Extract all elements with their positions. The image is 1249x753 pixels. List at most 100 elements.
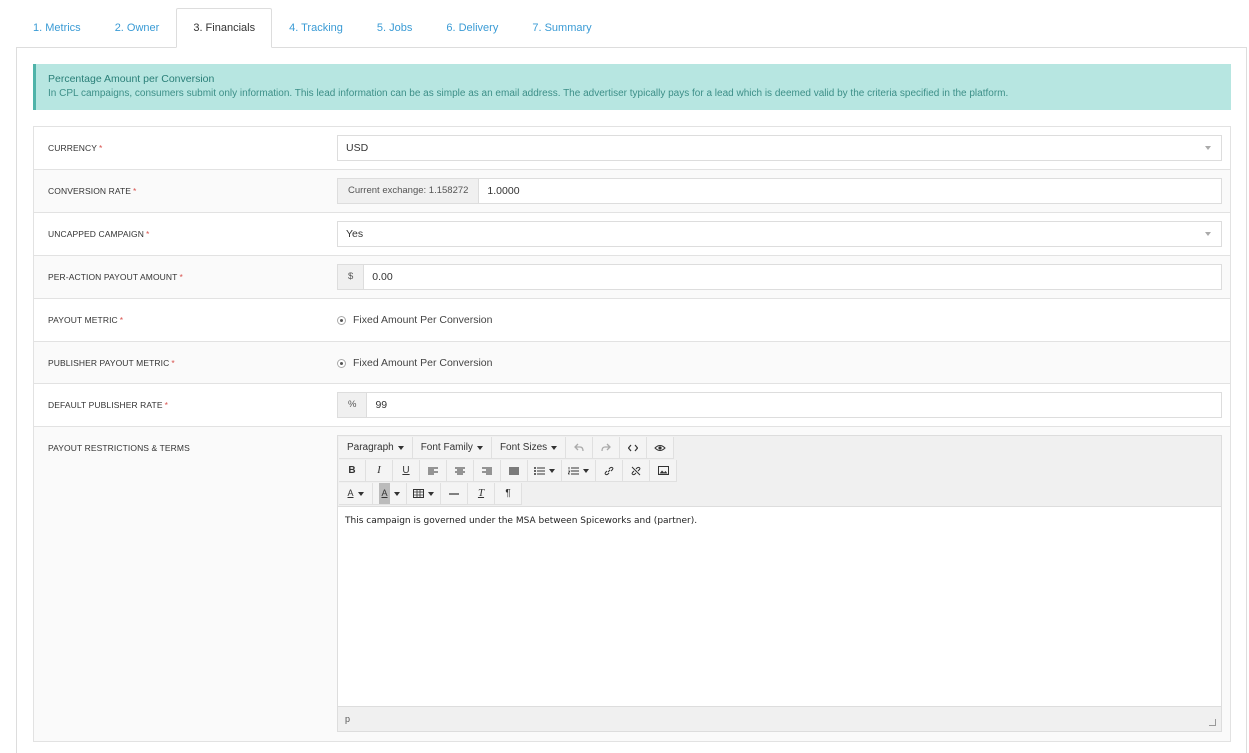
chevron-down-icon bbox=[1205, 146, 1211, 150]
redo-button[interactable] bbox=[593, 437, 621, 459]
background-color-button[interactable]: A bbox=[373, 483, 407, 505]
horizontal-rule-icon bbox=[449, 492, 459, 495]
element-path[interactable]: p bbox=[345, 714, 350, 724]
uncapped-row: UNCAPPED CAMPAIGN * Yes bbox=[34, 213, 1230, 256]
eye-icon bbox=[654, 444, 666, 451]
tab-metrics[interactable]: 1. Metrics bbox=[16, 8, 98, 48]
currency-select[interactable]: USD bbox=[337, 135, 1222, 161]
currency-label: CURRENCY * bbox=[48, 143, 103, 153]
tab-summary[interactable]: 7. Summary bbox=[515, 8, 608, 48]
payout-amount-label: PER-ACTION PAYOUT AMOUNT * bbox=[48, 272, 183, 282]
image-icon bbox=[657, 466, 669, 475]
insert-image-button[interactable] bbox=[650, 460, 677, 482]
clear-formatting-button[interactable]: T bbox=[468, 483, 495, 505]
dollar-addon: $ bbox=[337, 264, 365, 290]
align-center-button[interactable] bbox=[447, 460, 474, 482]
underline-button[interactable]: U bbox=[393, 460, 420, 482]
table-icon bbox=[413, 489, 424, 498]
font-family-dropdown[interactable]: Font Family bbox=[412, 437, 492, 459]
align-justify-icon bbox=[509, 466, 519, 475]
caret-down-icon bbox=[428, 491, 434, 496]
editor-content[interactable]: This campaign is governed under the MSA … bbox=[338, 507, 1221, 708]
payout-amount-row: PER-ACTION PAYOUT AMOUNT * $ 0.00 bbox=[34, 256, 1230, 299]
publisher-payout-metric-row: PUBLISHER PAYOUT METRIC * Fixed Amount Pe… bbox=[34, 342, 1230, 384]
numbered-list-button[interactable] bbox=[562, 460, 596, 482]
payout-amount-input[interactable]: 0.00 bbox=[364, 264, 1222, 290]
radio-selected-icon[interactable] bbox=[337, 315, 346, 325]
terms-label: PAYOUT RESTRICTIONS & TERMS bbox=[48, 443, 190, 453]
undo-button[interactable] bbox=[566, 437, 594, 459]
publisher-rate-label: DEFAULT PUBLISHER RATE * bbox=[48, 400, 169, 410]
align-left-button[interactable] bbox=[420, 460, 447, 482]
insert-link-button[interactable] bbox=[596, 460, 623, 482]
currency-row: CURRENCY * USD bbox=[34, 127, 1230, 170]
text-color-button[interactable]: A bbox=[339, 483, 373, 505]
editor-statusbar: p bbox=[338, 706, 1221, 731]
payout-metric-radio[interactable]: Fixed Amount Per Conversion bbox=[337, 307, 1222, 333]
show-blocks-button[interactable]: ¶ bbox=[495, 483, 522, 505]
exchange-addon: Current exchange: 1.158272 bbox=[337, 178, 480, 204]
conversion-rate-group: Current exchange: 1.158272 1.0000 bbox=[337, 178, 1222, 204]
code-icon bbox=[628, 444, 639, 451]
clear-format-icon: T bbox=[477, 487, 485, 499]
italic-button[interactable]: I bbox=[366, 460, 393, 482]
unlink-icon bbox=[631, 466, 641, 475]
undo-icon bbox=[574, 443, 584, 452]
preview-button[interactable] bbox=[647, 437, 675, 459]
numbered-list-icon bbox=[568, 466, 579, 474]
tab-jobs[interactable]: 5. Jobs bbox=[360, 8, 429, 48]
link-icon bbox=[604, 466, 614, 475]
unlink-button[interactable] bbox=[623, 460, 650, 482]
tab-owner[interactable]: 2. Owner bbox=[98, 8, 177, 48]
step-tabs: 1. Metrics 2. Owner 3. Financials 4. Tra… bbox=[16, 8, 609, 48]
radio-selected-icon[interactable] bbox=[337, 358, 346, 368]
caret-down-icon bbox=[476, 445, 483, 450]
publisher-payout-metric-label: PUBLISHER PAYOUT METRIC * bbox=[48, 358, 175, 368]
publisher-rate-row: DEFAULT PUBLISHER RATE * % 99 bbox=[34, 384, 1230, 427]
rich-text-editor: Paragraph Font Family Font Sizes B I U A… bbox=[337, 435, 1222, 732]
publisher-payout-metric-radio[interactable]: Fixed Amount Per Conversion bbox=[337, 350, 1222, 376]
font-sizes-dropdown[interactable]: Font Sizes bbox=[491, 437, 567, 459]
redo-icon bbox=[601, 443, 612, 452]
conversion-rate-label: CONVERSION RATE * bbox=[48, 186, 137, 196]
caret-down-icon bbox=[549, 468, 555, 473]
caret-down-icon bbox=[397, 445, 404, 450]
tab-tracking[interactable]: 4. Tracking bbox=[272, 8, 360, 48]
caret-down-icon bbox=[357, 491, 364, 496]
pilcrow-icon: ¶ bbox=[505, 488, 511, 499]
alert-text: In CPL campaigns, consumers submit only … bbox=[48, 88, 1009, 99]
align-center-icon bbox=[455, 467, 465, 474]
chevron-down-icon bbox=[1205, 232, 1211, 236]
caret-down-icon bbox=[583, 468, 589, 473]
bold-button[interactable]: B bbox=[339, 460, 366, 482]
conversion-rate-input[interactable]: 1.0000 bbox=[479, 178, 1222, 204]
financials-panel: Percentage Amount per Conversion In CPL … bbox=[16, 47, 1247, 753]
percent-addon: % bbox=[337, 392, 368, 418]
terms-row: PAYOUT RESTRICTIONS & TERMS Paragraph Fo… bbox=[34, 427, 1230, 742]
align-right-button[interactable] bbox=[474, 460, 501, 482]
caret-down-icon bbox=[551, 445, 558, 450]
payout-metric-label: PAYOUT METRIC * bbox=[48, 315, 124, 325]
uncapped-select[interactable]: Yes bbox=[337, 221, 1222, 247]
publisher-rate-input[interactable]: 99 bbox=[367, 392, 1222, 418]
conversion-rate-row: CONVERSION RATE * Current exchange: 1.158… bbox=[34, 170, 1230, 213]
tab-financials[interactable]: 3. Financials bbox=[176, 8, 273, 48]
horizontal-rule-button[interactable] bbox=[441, 483, 468, 505]
payout-amount-group: $ 0.00 bbox=[337, 264, 1222, 290]
editor-toolbar: Paragraph Font Family Font Sizes B I U A… bbox=[338, 436, 1221, 507]
align-right-icon bbox=[482, 467, 492, 474]
resize-handle-icon[interactable] bbox=[1209, 719, 1216, 726]
align-justify-button[interactable] bbox=[501, 460, 528, 482]
tab-delivery[interactable]: 6. Delivery bbox=[429, 8, 515, 48]
bullet-list-button[interactable] bbox=[528, 460, 562, 482]
caret-down-icon bbox=[393, 491, 400, 496]
insert-table-button[interactable] bbox=[407, 483, 441, 505]
alert-title: Percentage Amount per Conversion bbox=[48, 73, 215, 85]
source-code-button[interactable] bbox=[620, 437, 648, 459]
align-left-icon bbox=[428, 467, 438, 474]
publisher-rate-group: % 99 bbox=[337, 392, 1222, 418]
financials-form: CURRENCY * USD CONVERSION RATE * Current e… bbox=[33, 126, 1231, 742]
bullet-list-icon bbox=[534, 466, 545, 475]
payout-metric-row: PAYOUT METRIC * Fixed Amount Per Conversi… bbox=[34, 299, 1230, 342]
paragraph-dropdown[interactable]: Paragraph bbox=[339, 437, 413, 459]
